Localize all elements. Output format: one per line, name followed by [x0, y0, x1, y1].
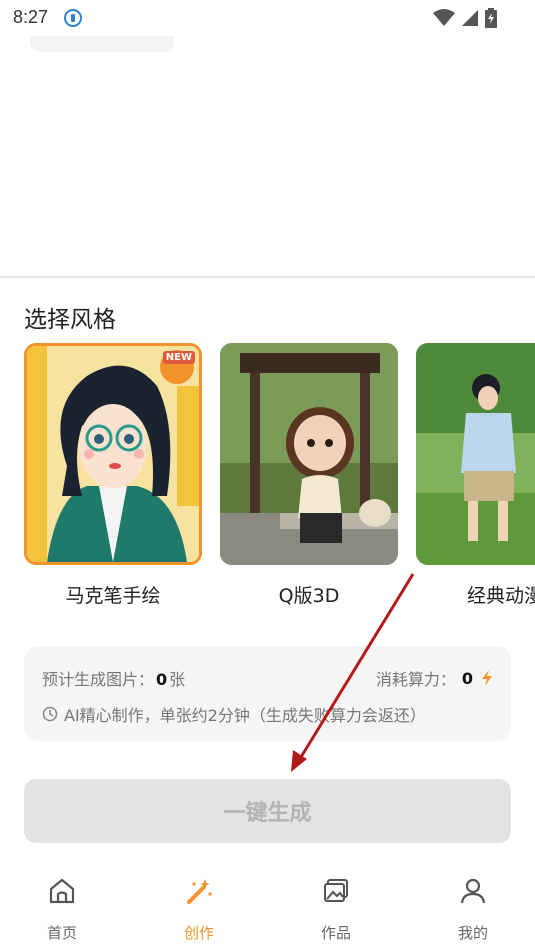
style-thumb-anime — [416, 343, 535, 565]
status-time: 8:27 — [13, 7, 49, 27]
style-label: Q版3D — [278, 585, 340, 607]
style-thumb-q3d — [220, 343, 398, 565]
home-icon — [49, 878, 75, 904]
style-label: 经典动漫 — [466, 585, 535, 607]
estimate-cost-label: 消耗算力： — [375, 670, 456, 689]
gallery-icon — [324, 879, 348, 902]
estimate-images-value: 0 — [156, 670, 168, 689]
nav-item-works[interactable]: 作品 — [296, 876, 376, 946]
nav-label: 作品 — [320, 924, 351, 942]
top-input-remnant — [30, 36, 174, 52]
style-section-title: 选择风格 — [24, 307, 116, 333]
app-notification-icon — [64, 9, 82, 27]
estimate-note: AI精心制作，单张约2分钟（生成失败算力会返还） — [42, 702, 426, 726]
estimate-cost: 消耗算力： 0 — [376, 666, 493, 690]
nav-label: 我的 — [457, 924, 488, 942]
estimate-panel: 预计生成图片： 0 张 消耗算力： 0 AI精心制作，单张约2分钟（生成失败算力会返还… — [24, 646, 511, 741]
q3d-illustration — [220, 343, 398, 565]
anime-illustration — [416, 343, 535, 565]
nav-item-profile[interactable]: 我的 — [433, 876, 513, 946]
bottom-nav: 首页 创作 作品 我的 — [0, 866, 535, 951]
style-thumb-marker: NEW — [24, 343, 202, 565]
estimate-images: 预计生成图片： 0 张 — [42, 666, 185, 690]
style-card-anime[interactable]: 经典动漫 — [416, 343, 535, 608]
status-bar: 8:27 — [0, 0, 535, 36]
clock-icon — [42, 706, 58, 722]
estimate-note-text: AI精心制作，单张约2分钟（生成失败算力会返还） — [64, 706, 426, 725]
magic-wand-icon — [187, 879, 212, 904]
style-card-marker[interactable]: NEW 马克笔手绘 — [24, 343, 202, 608]
user-icon — [460, 878, 486, 904]
estimate-cost-value: 0 — [461, 668, 473, 688]
signal-icon — [462, 10, 478, 26]
section-divider — [0, 276, 535, 278]
status-indicators — [433, 8, 497, 28]
style-carousel[interactable]: NEW 马克笔手绘 Q版3D 经典动漫 — [24, 343, 535, 613]
nav-label: 创作 — [183, 924, 214, 942]
estimate-images-label: 预计生成图片： — [42, 670, 155, 689]
estimate-images-unit: 张 — [169, 670, 186, 689]
nav-label: 首页 — [46, 924, 77, 942]
battery-icon — [485, 8, 497, 28]
style-label: 马克笔手绘 — [65, 585, 161, 607]
generate-button[interactable]: 一键生成 — [24, 779, 511, 843]
lightning-icon — [482, 670, 492, 686]
new-badge: NEW — [162, 351, 195, 364]
style-card-q3d[interactable]: Q版3D — [220, 343, 398, 608]
nav-item-create[interactable]: 创作 — [159, 876, 239, 946]
wifi-icon — [433, 9, 455, 26]
nav-item-home[interactable]: 首页 — [22, 876, 102, 946]
